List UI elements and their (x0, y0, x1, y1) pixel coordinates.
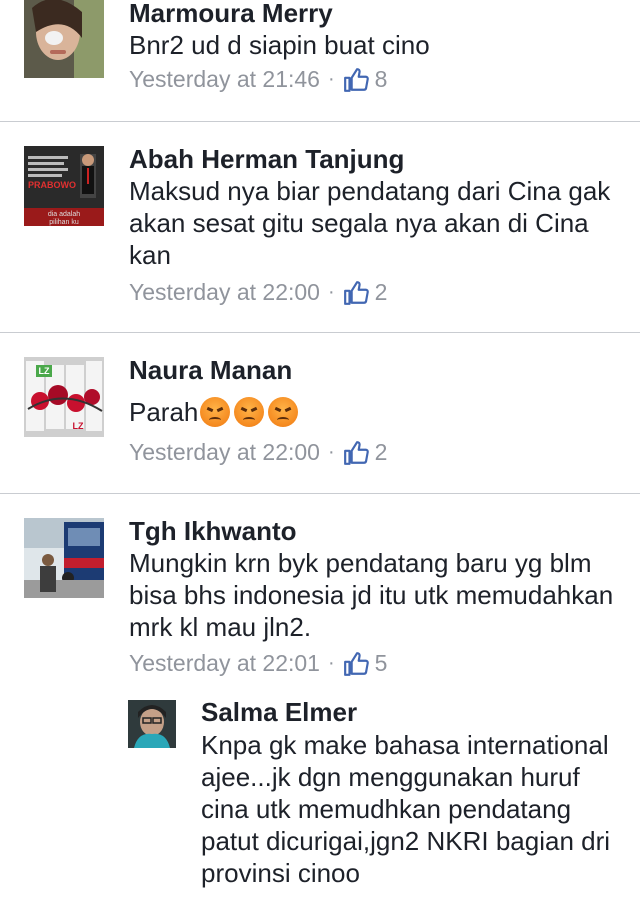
avatar[interactable]: LZ LZ (24, 357, 104, 437)
svg-text:dia adalah: dia adalah (48, 211, 80, 218)
comment-author[interactable]: Abah Herman Tanjung (129, 144, 404, 175)
comment-text-body: Parah (129, 397, 199, 427)
avatar[interactable]: PRABOWO dia adalah pilihan ku (24, 146, 104, 226)
angry-face-icon (234, 397, 265, 427)
thumbs-up-icon (343, 651, 369, 676)
comment-timestamp[interactable]: Yesterday at 22:00 (129, 439, 320, 466)
avatar[interactable] (24, 0, 104, 78)
comment-meta: Yesterday at 22:00 · 2 (129, 439, 387, 466)
avatar-logo-text: LZ (39, 366, 50, 376)
thumbs-up-icon (343, 67, 369, 92)
svg-text:PRABOWO: PRABOWO (28, 180, 76, 190)
comment-text: Bnr2 ud d siapin buat cino (129, 30, 430, 60)
separator-dot: · (327, 652, 335, 674)
thumbs-up-icon (343, 440, 369, 465)
comment-item: LZ LZ Naura Manan Parah Yesterday at 22:… (0, 333, 640, 494)
like-count-button[interactable]: 8 (343, 66, 388, 93)
comment-timestamp[interactable]: Yesterday at 21:46 (129, 66, 320, 93)
angry-face-icon (200, 397, 231, 427)
reply-author[interactable]: Salma Elmer (201, 697, 357, 728)
svg-text:LZ: LZ (73, 421, 84, 431)
comment-meta: Yesterday at 22:01 · 5 (129, 650, 387, 677)
separator-dot: · (327, 441, 335, 463)
like-count-button[interactable]: 2 (343, 279, 388, 306)
comment-text: Mungkin krn byk pendatang baru yg blm bi… (129, 548, 614, 642)
separator-dot: · (327, 68, 335, 90)
comment-meta: Yesterday at 21:46 · 8 (129, 66, 387, 93)
like-count-button[interactable]: 2 (343, 439, 388, 466)
comment-item: PRABOWO dia adalah pilihan ku Abah Herma… (0, 122, 640, 333)
separator-dot: · (327, 281, 335, 303)
comment-text: Parah (129, 396, 619, 428)
angry-face-icon (268, 397, 299, 427)
comment-item: Tgh Ikhwanto Mungkin krn byk pendatang b… (0, 494, 640, 910)
comment-author[interactable]: Naura Manan (129, 355, 292, 386)
comment-text: Maksud nya biar pendatang dari Cina gak … (129, 176, 611, 270)
svg-text:pilihan ku: pilihan ku (49, 219, 79, 226)
reply-text: Knpa gk make bahasa international ajee..… (201, 730, 611, 888)
like-count: 2 (374, 439, 388, 465)
like-count: 2 (374, 279, 388, 305)
like-count-button[interactable]: 5 (343, 650, 388, 677)
comment-author[interactable]: Marmoura Merry (129, 0, 333, 29)
comment-timestamp[interactable]: Yesterday at 22:01 (129, 650, 320, 677)
comment-item: Marmoura Merry Bnr2 ud d siapin buat cin… (0, 0, 640, 122)
thumbs-up-icon (343, 280, 369, 305)
comment-author[interactable]: Tgh Ikhwanto (129, 516, 297, 547)
comment-timestamp[interactable]: Yesterday at 22:00 (129, 279, 320, 306)
reply-avatar[interactable] (128, 700, 176, 748)
avatar[interactable] (24, 518, 104, 598)
like-count: 8 (374, 66, 388, 92)
comment-meta: Yesterday at 22:00 · 2 (129, 279, 387, 306)
like-count: 5 (374, 650, 388, 676)
